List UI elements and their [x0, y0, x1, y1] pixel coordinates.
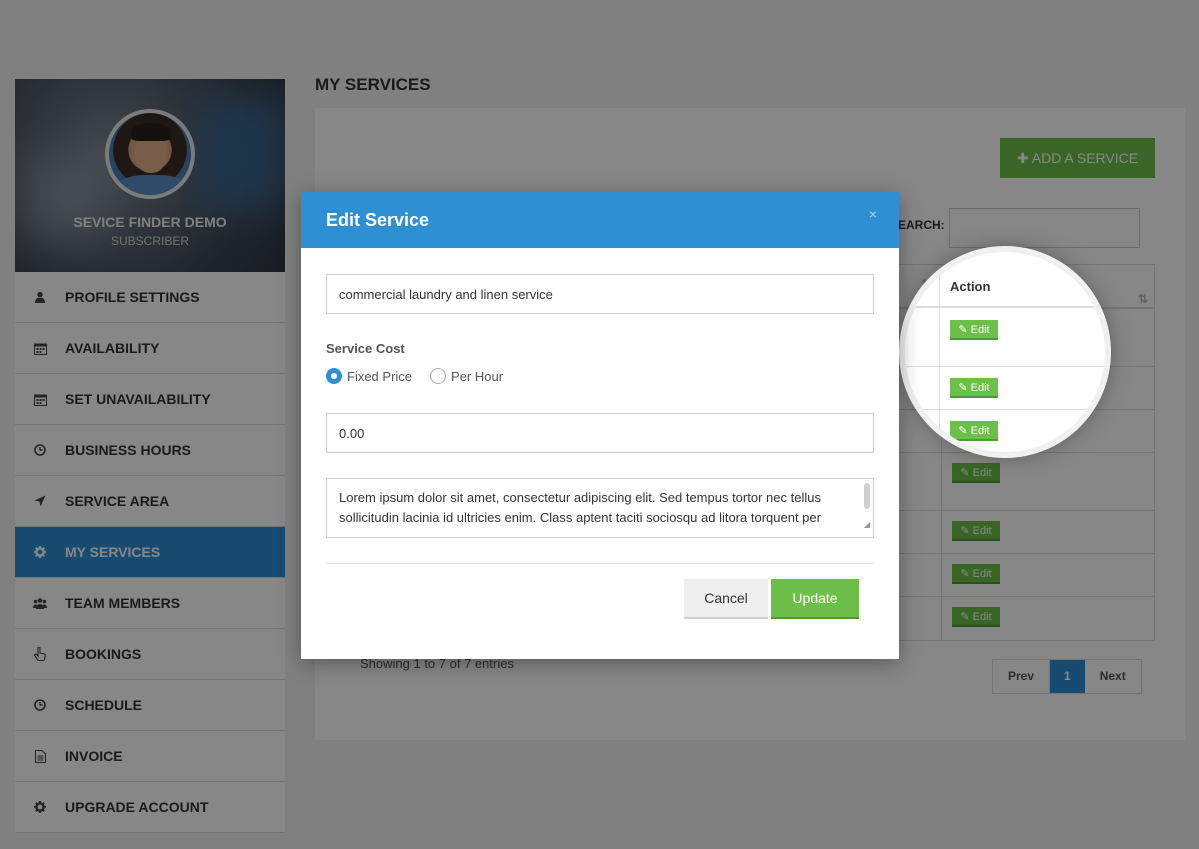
radio-unchecked-icon — [430, 368, 447, 384]
description-textarea[interactable]: Lorem ipsum dolor sit amet, consectetur … — [326, 478, 874, 538]
service-cost-label: Service Cost — [326, 341, 405, 356]
radio-checked-icon — [326, 368, 342, 384]
price-value: 0.00 — [339, 425, 365, 441]
modal-divider — [326, 563, 874, 564]
price-input[interactable]: 0.00 — [326, 413, 874, 453]
edit-button[interactable]: ✎ Edit — [950, 320, 998, 340]
zoom-magnifier: Action ✎ Edit ✎ Edit ✎ Edit — [905, 252, 1105, 452]
fixed-price-radio[interactable]: Fixed Price — [326, 368, 412, 384]
textarea-scrollbar[interactable] — [864, 483, 870, 509]
resize-grip-icon[interactable]: ◢ — [864, 515, 870, 535]
per-hour-label: Per Hour — [451, 368, 504, 384]
edit-button[interactable]: ✎ Edit — [950, 378, 998, 398]
cancel-button[interactable]: Cancel — [684, 579, 768, 619]
fixed-price-label: Fixed Price — [347, 368, 413, 384]
close-icon[interactable]: × — [869, 206, 877, 222]
action-column-header-zoomed: Action — [950, 279, 991, 294]
modal-title: Edit Service — [326, 210, 430, 230]
edit-button[interactable]: ✎ Edit — [950, 421, 998, 441]
service-name-value: commercial laundry and linen service — [339, 286, 553, 302]
cost-type-radio-group: Fixed Price Per Hour — [326, 368, 521, 384]
modal-header: Edit Service × — [301, 192, 899, 248]
edit-service-modal: Edit Service × commercial laundry and li… — [301, 192, 899, 659]
service-name-input[interactable]: commercial laundry and linen service — [326, 274, 874, 314]
per-hour-radio[interactable]: Per Hour — [430, 368, 503, 384]
description-text: Lorem ipsum dolor sit amet, consectetur … — [339, 490, 821, 525]
update-button[interactable]: Update — [771, 579, 859, 619]
